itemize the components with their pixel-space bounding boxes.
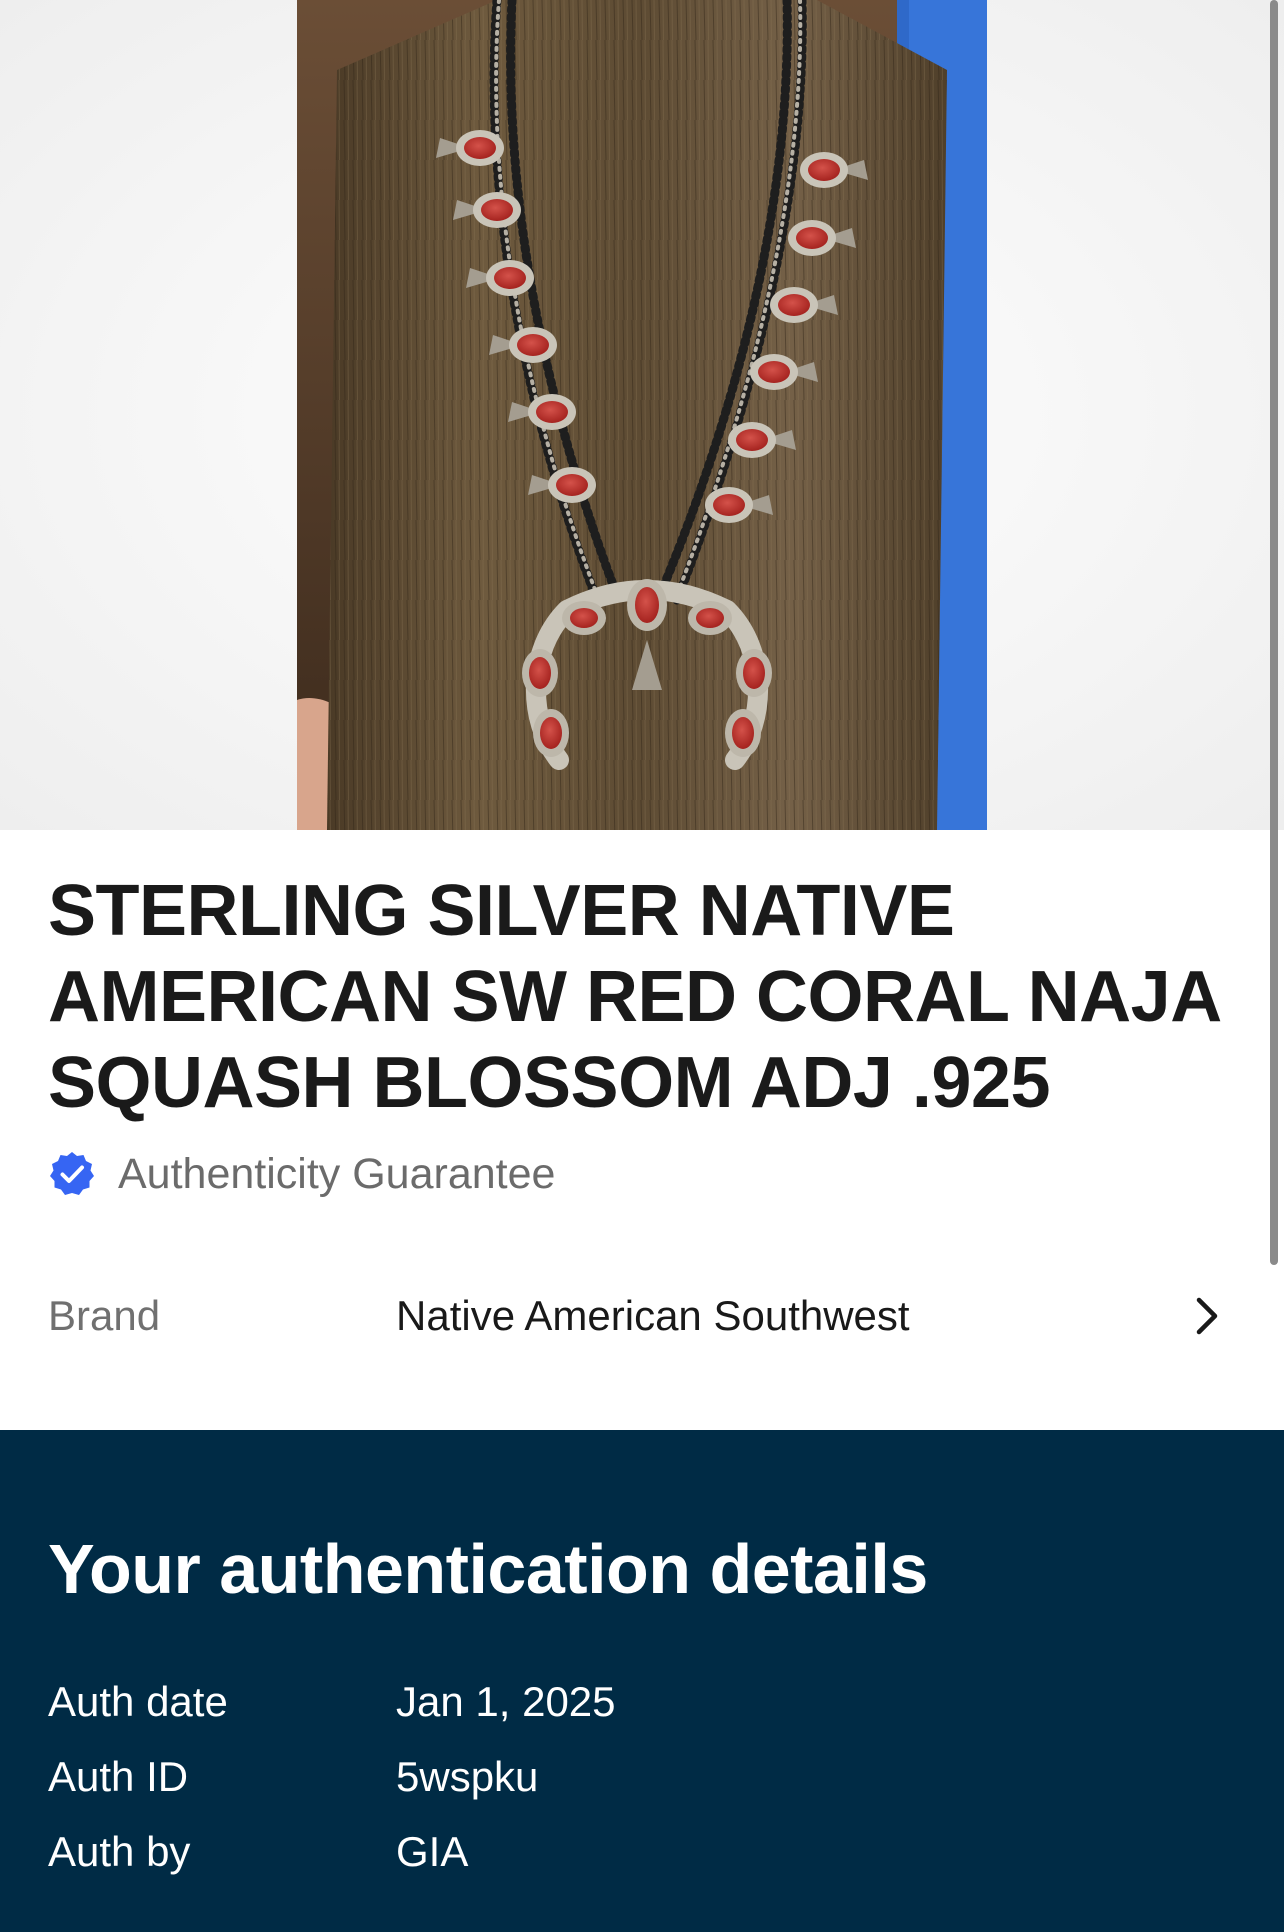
product-photo[interactable] bbox=[297, 0, 987, 830]
auth-id-row: Auth ID 5wspku bbox=[0, 1747, 1284, 1807]
authentication-details-heading: Your authentication details bbox=[48, 1530, 928, 1608]
brand-value: Native American Southwest bbox=[396, 1292, 910, 1339]
scrollbar[interactable] bbox=[1270, 0, 1278, 1265]
item-title: STERLING SILVER NATIVE AMERICAN SW RED C… bbox=[48, 871, 1220, 1123]
auth-by-value: GIA bbox=[396, 1828, 469, 1875]
auth-id-value: 5wspku bbox=[396, 1753, 539, 1800]
auth-by-row: Auth by GIA bbox=[0, 1822, 1284, 1882]
auth-date-row: Auth date Jan 1, 2025 bbox=[0, 1672, 1284, 1732]
authentication-details-panel: Your authentication details Auth date Ja… bbox=[0, 1430, 1284, 1932]
auth-by-label: Auth by bbox=[48, 1828, 191, 1875]
auth-date-label: Auth date bbox=[48, 1678, 228, 1725]
auth-date-value: Jan 1, 2025 bbox=[396, 1678, 616, 1725]
product-image-area[interactable] bbox=[0, 0, 1284, 830]
authenticity-guarantee-label: Authenticity Guarantee bbox=[118, 1149, 556, 1198]
authenticity-guarantee[interactable]: Authenticity Guarantee bbox=[48, 1146, 555, 1202]
brand-row[interactable]: Brand Native American Southwest bbox=[0, 1276, 1284, 1356]
chevron-right-icon[interactable] bbox=[1182, 1292, 1230, 1340]
item-page: STERLING SILVER NATIVE AMERICAN SW RED C… bbox=[0, 0, 1284, 1932]
auth-id-label: Auth ID bbox=[48, 1753, 189, 1800]
brand-label: Brand bbox=[48, 1292, 161, 1339]
verified-check-icon bbox=[50, 1152, 94, 1195]
